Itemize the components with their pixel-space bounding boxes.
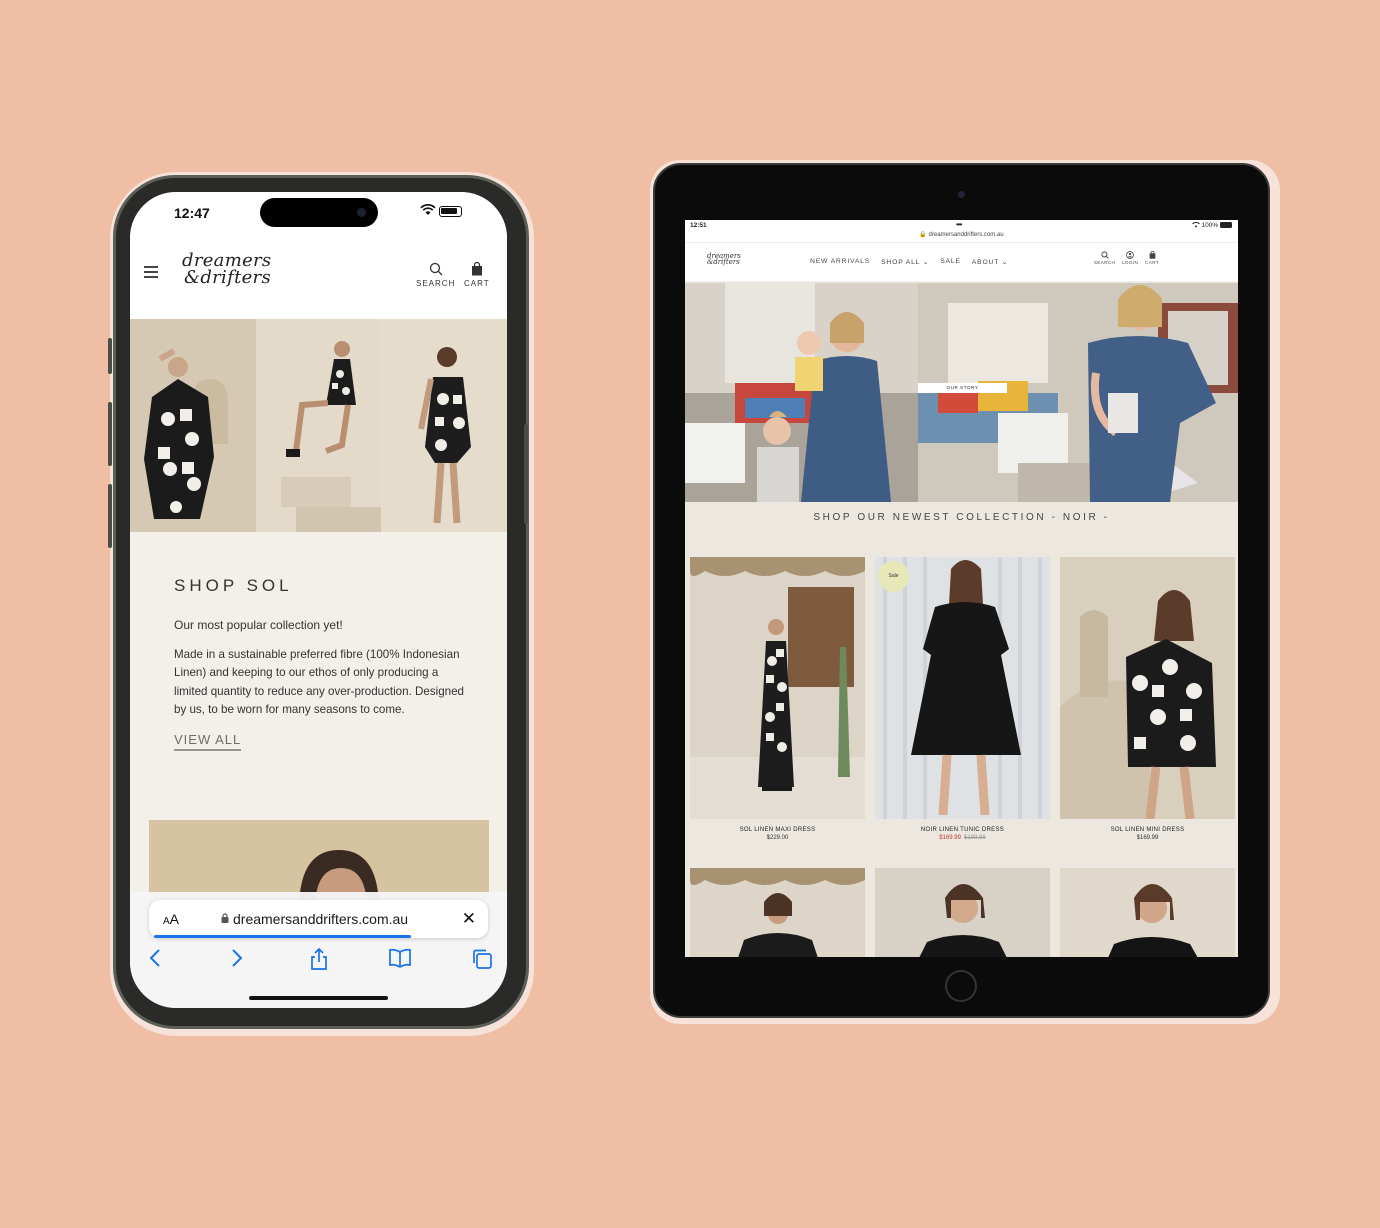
sale-price: $169.99	[939, 835, 961, 841]
phone-status-time: 12:47	[174, 205, 210, 221]
home-indicator[interactable]	[249, 996, 388, 1000]
site-logo[interactable]: dreamers &drifters	[182, 252, 271, 288]
phone-volume-up	[108, 402, 112, 466]
section-title: SHOP SOL	[174, 576, 293, 595]
product-card[interactable]	[690, 868, 865, 957]
shopping-bag-icon	[471, 262, 482, 276]
product-image[interactable]	[1060, 557, 1235, 819]
chevron-down-icon: ⌄	[922, 259, 930, 266]
reader-text-size-button[interactable]: AA	[163, 911, 179, 927]
cart-button[interactable]: CART	[464, 262, 490, 288]
tablet-home-button[interactable]	[945, 970, 977, 1002]
phone-volume-down	[108, 484, 112, 548]
search-label: SEARCH	[416, 279, 456, 288]
product-image[interactable]: Sale	[875, 557, 1050, 819]
product-image[interactable]	[690, 557, 865, 819]
safari-bottom-bar: AA dreamersanddrifters.com.au ✕	[130, 892, 507, 1008]
page-load-progress	[154, 935, 411, 938]
product-name[interactable]: SOL LINEN MAXI DRESS	[690, 827, 865, 833]
wifi-icon	[420, 204, 436, 215]
tablet-screen: 12:51 ••• 100% 🔒 dreamersanddrifters.com…	[685, 220, 1238, 957]
phone-status-bar: 12:47	[130, 192, 507, 234]
tablet-header-icons: SEARCH LOGIN CART	[1094, 251, 1159, 265]
product-card[interactable]	[875, 868, 1050, 957]
front-camera	[357, 208, 366, 217]
cart-label: CART	[464, 279, 490, 288]
phone-side-button	[108, 338, 112, 374]
search-icon	[429, 262, 443, 276]
lock-icon	[221, 913, 229, 923]
section-subtitle: Our most popular collection yet!	[174, 618, 343, 632]
tablet-hero-banner[interactable]: OUR STORY	[685, 283, 1238, 502]
bookmarks-icon[interactable]	[389, 948, 411, 968]
battery-percent: 100%	[1201, 222, 1219, 229]
search-button[interactable]: SEARCH	[416, 262, 455, 288]
hero-photo-family	[685, 283, 918, 502]
battery-icon	[439, 206, 462, 217]
shop-sol-section: SHOP SOL Our most popular collection yet…	[174, 576, 474, 752]
search-icon	[1100, 251, 1109, 259]
phone-hero-banner[interactable]	[130, 319, 507, 532]
back-icon[interactable]	[149, 948, 161, 968]
hero-photo-1	[130, 319, 256, 532]
product-price: $229.00	[766, 835, 789, 841]
tablet-status-bar: 12:51 ••• 100% 🔒 dreamersanddrifters.com…	[685, 220, 1238, 242]
tablet-site-logo[interactable]: dreamers &drifters	[707, 253, 741, 266]
url-text: dreamersanddrifters.com.au	[233, 911, 409, 927]
product-card[interactable]: SOL LINEN MAXI DRESS $229.00	[690, 557, 865, 841]
tablet-camera	[958, 191, 965, 198]
phone-site-header: dreamers &drifters SEARCH CART	[130, 234, 507, 319]
phone-screen: 12:47 dreamers &drifters SEARCH CART SHO…	[130, 192, 507, 1008]
tabs-icon[interactable]	[471, 948, 493, 970]
our-story-button[interactable]: OUR STORY	[918, 383, 1007, 393]
hero-photo-2	[255, 319, 382, 532]
hamburger-menu-icon[interactable]	[144, 266, 158, 278]
address-bar[interactable]: AA dreamersanddrifters.com.au ✕	[149, 900, 488, 938]
collection-title: SHOP OUR NEWEST COLLECTION - NOIR -	[813, 512, 1110, 523]
tablet-login-button[interactable]: LOGIN	[1122, 251, 1138, 265]
original-price: $199.99	[964, 835, 986, 841]
wifi-icon	[1191, 222, 1200, 228]
dynamic-island	[260, 198, 378, 227]
nav-sale[interactable]: SALE	[940, 258, 961, 266]
phone-power-button	[524, 424, 528, 524]
hero-photo-3	[381, 319, 507, 532]
nav-about[interactable]: ABOUT ⌄	[972, 258, 1009, 266]
nav-new-arrivals[interactable]: NEW ARRIVALS	[810, 258, 870, 266]
tablet-battery: 100%	[1191, 222, 1233, 229]
tablet-url-text: dreamersanddrifters.com.au	[928, 232, 1004, 238]
tablet-logo-line-2: &drifters	[707, 258, 740, 266]
close-icon[interactable]: ✕	[462, 909, 476, 929]
share-icon[interactable]	[310, 948, 328, 970]
more-dots-icon[interactable]: •••	[956, 220, 962, 229]
product-card[interactable]: Sale NOIR LINEN TUNIC DRESS $169.99 $199.…	[875, 557, 1050, 841]
product-card[interactable]: SOL LINEN MINI DRESS $169.99	[1060, 557, 1235, 841]
tablet-url-bar[interactable]: 🔒 dreamersanddrifters.com.au	[685, 231, 1238, 238]
battery-icon	[1220, 222, 1232, 229]
shopping-bag-icon	[1149, 251, 1155, 259]
safari-toolbar	[130, 948, 507, 974]
product-name[interactable]: SOL LINEN MINI DRESS	[1060, 827, 1235, 833]
nav-shop-all[interactable]: SHOP ALL ⌄	[881, 258, 929, 266]
tablet-main-menu: NEW ARRIVALS SHOP ALL ⌄ SALE ABOUT ⌄	[810, 258, 1008, 266]
tablet-status-time: 12:51	[690, 222, 707, 229]
product-card[interactable]	[1060, 868, 1235, 957]
tablet-search-button[interactable]: SEARCH	[1094, 251, 1115, 265]
view-all-link[interactable]: VIEW ALL	[174, 732, 242, 752]
product-price: $169.99 $199.99	[875, 835, 1050, 841]
product-name[interactable]: NOIR LINEN TUNIC DRESS	[875, 827, 1050, 833]
tablet-site-nav: dreamers &drifters NEW ARRIVALS SHOP ALL…	[685, 242, 1238, 282]
logo-line-2: &drifters	[184, 267, 271, 288]
product-price: $169.99	[1136, 835, 1159, 841]
chevron-down-icon: ⌄	[1001, 259, 1009, 266]
section-body: Made in a sustainable preferred fibre (1…	[174, 648, 465, 716]
sale-badge: Sale	[878, 561, 909, 592]
forward-icon[interactable]	[231, 948, 243, 968]
tablet-cart-button[interactable]: CART	[1145, 251, 1159, 265]
user-icon	[1126, 251, 1134, 259]
